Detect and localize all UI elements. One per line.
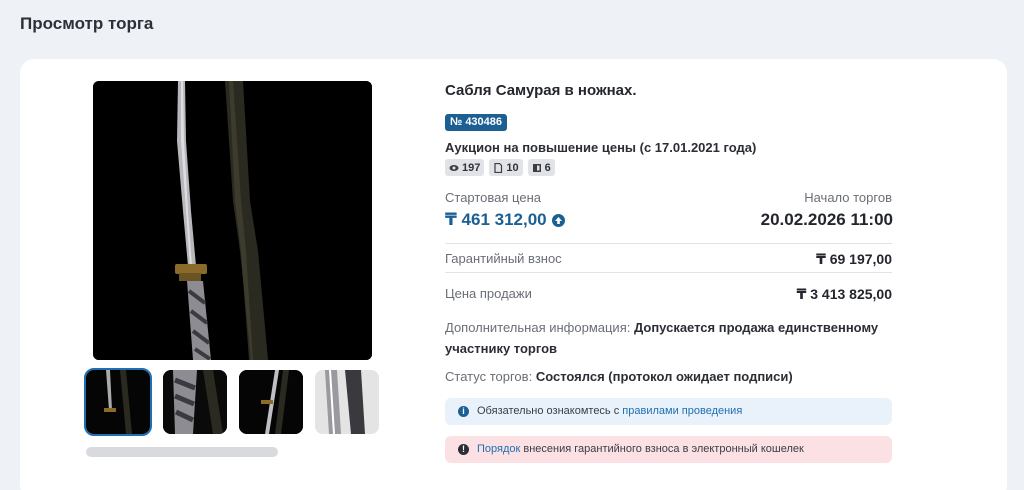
auction-type: Аукцион на повышение цены (с 17.01.2021 … (445, 140, 757, 155)
rules-notice: i Обязательно ознакомтесь с правилами пр… (445, 398, 892, 425)
divider (445, 272, 892, 273)
status-label: Статус торгов: (445, 369, 533, 384)
lot-main-image[interactable] (93, 81, 372, 360)
views-count: 197 (462, 161, 481, 174)
info-icon: i (458, 406, 469, 417)
document-icon (494, 162, 503, 173)
start-date-label: Начало торгов (804, 190, 892, 205)
guarantee-label: Гарантийный взнос (445, 251, 562, 266)
extra-info: Дополнительная информация: Допускается п… (445, 317, 892, 359)
docs-stat: 10 (489, 159, 523, 176)
docs-count: 10 (506, 161, 519, 174)
lot-stats: 197 10 6 (445, 159, 555, 176)
sale-row: Цена продажи ₸ 3 413 825,00 (445, 285, 892, 303)
start-date-value: 20.02.2026 11:00 (760, 210, 893, 229)
extra-info-label: Дополнительная информация: (445, 320, 631, 335)
start-price-value: ₸ 461 312,00 (445, 210, 547, 229)
thumbnail-1[interactable] (84, 368, 152, 436)
guarantee-value: ₸ 69 197,00 (816, 251, 892, 267)
thumbnail-scrollbar[interactable] (86, 447, 278, 457)
lot-number-badge: № 430486 (445, 114, 508, 131)
start-price: ₸ 461 312,00 (445, 210, 565, 230)
rules-notice-text: Обязательно ознакомтесь с (477, 405, 620, 417)
lot-card: Сабля Самурая в ножнах. № 430486 Аукцион… (20, 59, 1007, 490)
thumbnail-3[interactable] (239, 370, 303, 434)
lot-title: Сабля Самурая в ножнах. (445, 82, 637, 99)
thumbnail-2[interactable] (163, 370, 227, 434)
file-icon (532, 163, 541, 172)
thumbnail-strip (84, 368, 386, 436)
status-info: Статус торгов: Состоялся (протокол ожида… (445, 369, 793, 384)
sale-label: Цена продажи (445, 286, 532, 301)
procedure-link[interactable]: Порядок (477, 443, 520, 455)
arrow-up-icon (551, 213, 565, 227)
page-title: Просмотр торга (20, 14, 154, 33)
views-stat: 197 (445, 159, 485, 176)
guarantee-notice: ! Порядок внесения гарантийного взноса в… (445, 436, 892, 463)
sale-value: ₸ 3 413 825,00 (796, 286, 892, 302)
sword-image (93, 81, 372, 360)
files-count: 6 (544, 161, 551, 174)
divider (445, 243, 892, 244)
files-stat: 6 (527, 159, 555, 176)
alert-icon: ! (458, 444, 469, 455)
guarantee-notice-text: внесения гарантийного взноса в электронн… (523, 443, 804, 455)
guarantee-row: Гарантийный взнос ₸ 69 197,00 (445, 250, 892, 268)
thumbnail-4[interactable] (315, 370, 379, 434)
rules-link[interactable]: правилами проведения (622, 405, 742, 417)
status-value: Состоялся (протокол ожидает подписи) (535, 369, 793, 384)
eye-icon (449, 164, 459, 171)
